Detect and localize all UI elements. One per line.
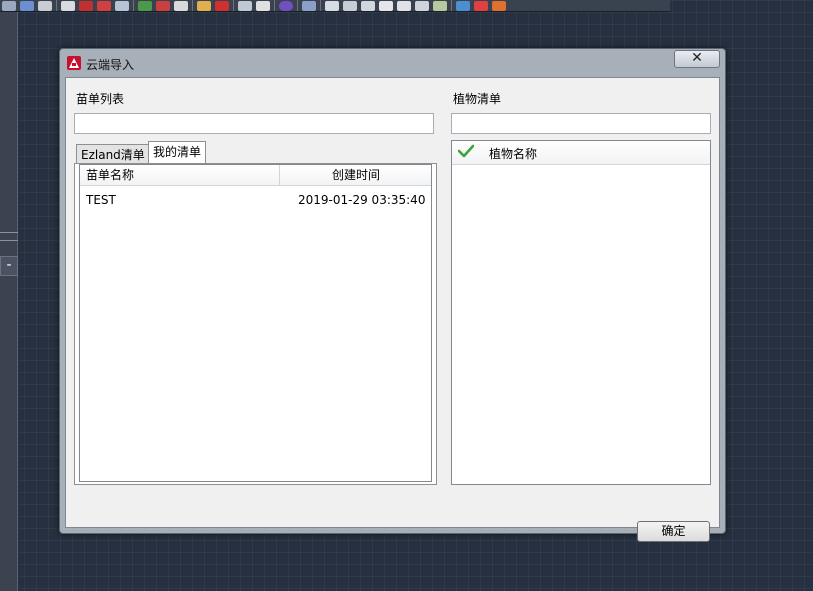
palette-collapse-button[interactable]: - (0, 256, 18, 276)
nursery-list-table[interactable]: 苗单名称 创建时间 TEST 2019-01-29 03:35:40 (79, 164, 432, 482)
ok-button[interactable]: 确定 (637, 521, 710, 542)
palette-divider (0, 232, 18, 233)
column-header-created-time[interactable]: 创建时间 (280, 165, 431, 185)
toolbar-separator (297, 0, 298, 11)
toolbar-icon[interactable] (279, 0, 293, 11)
tab-label: Ezland清单 (81, 148, 145, 162)
column-header-nursery-name[interactable]: 苗单名称 (86, 165, 134, 185)
toolbar-icon[interactable] (492, 0, 506, 11)
tab-label: 我的清单 (153, 145, 202, 159)
dialog-client: 苗单列表 Ezland清单 我的清单 苗单名称 创建时间 TEST 2019-0… (65, 77, 720, 542)
toolbar-icon[interactable] (456, 0, 470, 11)
left-palette: - (0, 12, 18, 591)
toolbar-icon[interactable] (79, 0, 93, 11)
toolbar-icon[interactable] (174, 0, 188, 11)
toolbar-icon[interactable] (2, 0, 16, 11)
palette-divider (0, 240, 18, 241)
toolbar-icon[interactable] (20, 0, 34, 11)
column-header-plant-name[interactable]: 植物名称 (489, 144, 537, 164)
checkmark-icon[interactable] (458, 144, 474, 158)
toolbar-icon[interactable] (433, 0, 447, 11)
tab-ezland-list[interactable]: Ezland清单 (76, 144, 150, 165)
toolbar-icon[interactable] (302, 0, 316, 11)
toolbar-icon[interactable] (115, 0, 129, 11)
toolbar-separator (451, 0, 452, 11)
close-button[interactable]: ✕ (674, 50, 720, 68)
toolbar-separator (56, 0, 57, 11)
toolbar-icon[interactable] (197, 0, 211, 11)
cad-toolbar (0, 0, 670, 12)
plant-list-search-input[interactable] (451, 113, 711, 134)
cloud-import-dialog: 云端导入 ✕ 苗单列表 Ezland清单 我的清单 苗单名称 创建时间 TEST… (59, 48, 726, 542)
toolbar-icon[interactable] (325, 0, 339, 11)
toolbar-icon[interactable] (238, 0, 252, 11)
toolbar-icon[interactable] (379, 0, 393, 11)
nursery-name-cell: TEST (86, 193, 116, 207)
plant-list-label: 植物清单 (453, 92, 502, 106)
plant-list-table[interactable]: 植物名称 (451, 140, 711, 485)
created-time-cell: 2019-01-29 03:35:40 (298, 193, 426, 207)
plant-list-header: 植物名称 (452, 141, 710, 165)
toolbar-icon[interactable] (361, 0, 375, 11)
autocad-logo-icon (67, 56, 81, 70)
dialog-title: 云端导入 (86, 58, 135, 72)
toolbar-icon[interactable] (61, 0, 75, 11)
dialog-titlebar[interactable]: 云端导入 ✕ (60, 49, 725, 77)
nursery-list-search-input[interactable] (74, 113, 434, 134)
toolbar-separator (320, 0, 321, 11)
toolbar-icon[interactable] (415, 0, 429, 11)
toolbar-separator (233, 0, 234, 11)
toolbar-icon[interactable] (138, 0, 152, 11)
toolbar-icon[interactable] (256, 0, 270, 11)
nursery-list-label: 苗单列表 (76, 92, 125, 106)
toolbar-icon[interactable] (38, 0, 52, 11)
toolbar-icon[interactable] (156, 0, 170, 11)
nursery-list-header: 苗单名称 创建时间 (80, 165, 431, 186)
tab-my-list[interactable]: 我的清单 (148, 141, 207, 163)
toolbar-separator (274, 0, 275, 11)
tab-page-my-list: 苗单名称 创建时间 TEST 2019-01-29 03:35:40 (74, 163, 437, 485)
toolbar-separator (133, 0, 134, 11)
toolbar-icon[interactable] (397, 0, 411, 11)
toolbar-separator (192, 0, 193, 11)
toolbar-icon[interactable] (474, 0, 488, 11)
table-row[interactable]: TEST 2019-01-29 03:35:40 (80, 191, 431, 209)
toolbar-icon[interactable] (343, 0, 357, 11)
toolbar-icon[interactable] (215, 0, 229, 11)
toolbar-icon[interactable] (97, 0, 111, 11)
